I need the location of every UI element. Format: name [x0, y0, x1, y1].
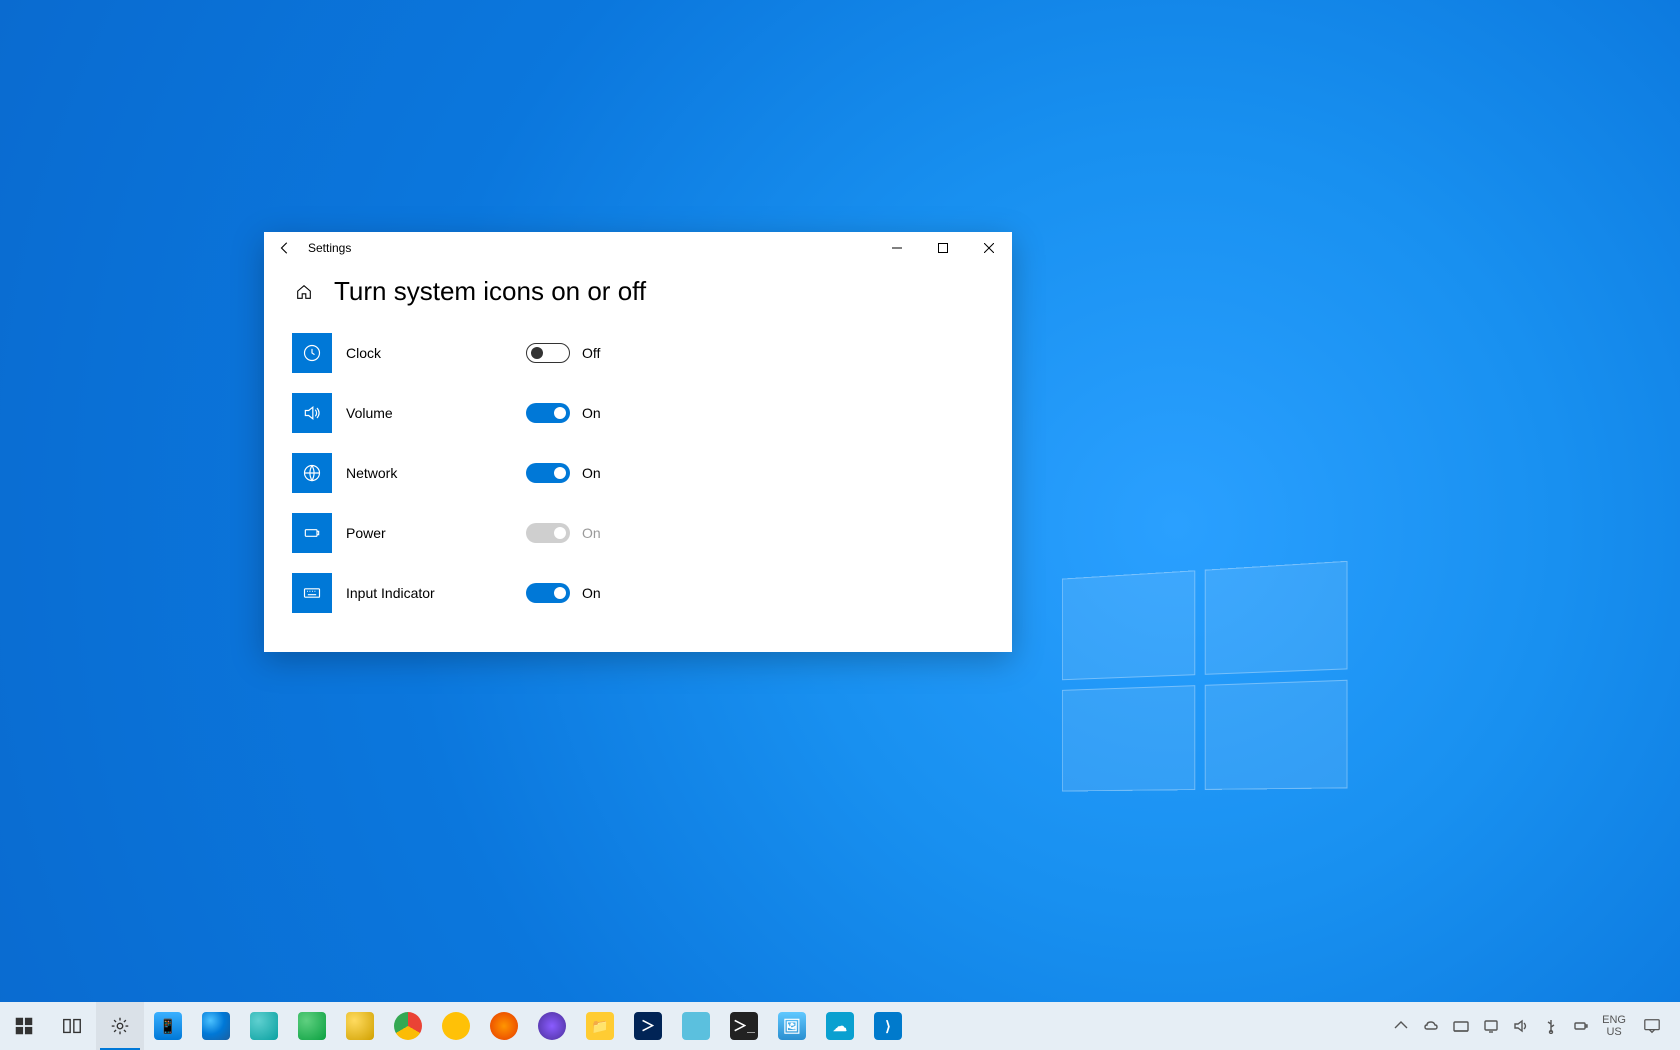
row-power: Power On: [292, 509, 984, 557]
security-icon[interactable]: [1446, 1002, 1476, 1050]
toggle-state: On: [582, 465, 601, 481]
clock-icon: [292, 333, 332, 373]
volume-icon: [292, 393, 332, 433]
network-icon: [292, 453, 332, 493]
home-button[interactable]: [292, 280, 316, 304]
taskbar-app-powershell[interactable]: ＞: [624, 1002, 672, 1050]
onedrive-icon[interactable]: [1416, 1002, 1446, 1050]
taskbar-app-photos[interactable]: 🖼: [768, 1002, 816, 1050]
back-button[interactable]: [264, 232, 306, 264]
row-clock: Clock Off: [292, 329, 984, 377]
toggle-network[interactable]: [526, 463, 570, 483]
row-volume: Volume On: [292, 389, 984, 437]
row-input-indicator: Input Indicator On: [292, 569, 984, 617]
taskbar-app-edge-canary[interactable]: [336, 1002, 384, 1050]
row-label: Input Indicator: [346, 585, 526, 601]
tray-overflow-button[interactable]: [1386, 1002, 1416, 1050]
taskbar-app-settings[interactable]: [96, 1002, 144, 1050]
tray-volume-icon[interactable]: [1506, 1002, 1536, 1050]
row-network: Network On: [292, 449, 984, 497]
taskbar: 📱 📁 ＞ ＞_ 🖼 ☁ ⟩ ENG US: [0, 1002, 1680, 1050]
windows-logo: [1062, 561, 1348, 792]
toggle-state: On: [582, 585, 601, 601]
taskbar-app-chrome-canary[interactable]: [432, 1002, 480, 1050]
taskbar-app-notepad[interactable]: [672, 1002, 720, 1050]
taskbar-app-edge-beta[interactable]: [240, 1002, 288, 1050]
power-icon: [292, 513, 332, 553]
taskbar-app-edge[interactable]: [192, 1002, 240, 1050]
taskbar-app-edge-dev[interactable]: [288, 1002, 336, 1050]
lang-line2: US: [1602, 1026, 1626, 1038]
tray-power-icon[interactable]: [1566, 1002, 1596, 1050]
taskbar-app-firefox[interactable]: [480, 1002, 528, 1050]
keyboard-icon: [292, 573, 332, 613]
toggle-power[interactable]: [526, 523, 570, 543]
tray-usb-icon[interactable]: [1536, 1002, 1566, 1050]
toggle-state: Off: [582, 345, 600, 361]
row-label: Network: [346, 465, 526, 481]
row-label: Volume: [346, 405, 526, 421]
action-center-button[interactable]: [1632, 1002, 1672, 1050]
taskbar-app-chrome[interactable]: [384, 1002, 432, 1050]
settings-window: Settings Turn system icons on or off: [264, 232, 1012, 652]
toggle-state: On: [582, 405, 601, 421]
row-label: Power: [346, 525, 526, 541]
taskbar-app-vscode[interactable]: ⟩: [864, 1002, 912, 1050]
page-title: Turn system icons on or off: [334, 276, 646, 307]
taskbar-app-cloud[interactable]: ☁: [816, 1002, 864, 1050]
taskbar-app-phone[interactable]: 📱: [144, 1002, 192, 1050]
start-button[interactable]: [0, 1002, 48, 1050]
taskbar-app-firefox-nightly[interactable]: [528, 1002, 576, 1050]
toggle-input-indicator[interactable]: [526, 583, 570, 603]
lang-line1: ENG: [1602, 1014, 1626, 1026]
titlebar: Settings: [264, 232, 1012, 264]
taskbar-app-file-explorer[interactable]: 📁: [576, 1002, 624, 1050]
toggle-state: On: [582, 525, 601, 541]
toggle-volume[interactable]: [526, 403, 570, 423]
taskbar-app-terminal[interactable]: ＞_: [720, 1002, 768, 1050]
close-button[interactable]: [966, 232, 1012, 264]
toggle-clock[interactable]: [526, 343, 570, 363]
maximize-button[interactable]: [920, 232, 966, 264]
task-view-button[interactable]: [48, 1002, 96, 1050]
window-title: Settings: [308, 241, 351, 255]
row-label: Clock: [346, 345, 526, 361]
minimize-button[interactable]: [874, 232, 920, 264]
language-indicator[interactable]: ENG US: [1596, 1014, 1632, 1038]
tray-network-icon[interactable]: [1476, 1002, 1506, 1050]
